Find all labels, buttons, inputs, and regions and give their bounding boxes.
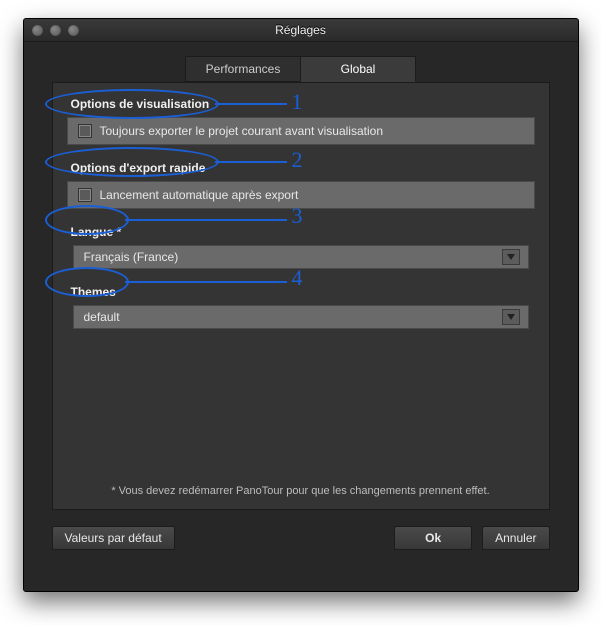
quick-export-heading: Options d'export rapide	[67, 161, 206, 175]
themes-selected: default	[84, 310, 120, 324]
annotation-number-2: 2	[292, 147, 303, 173]
restart-note: * Vous devez redémarrer PanoTour pour qu…	[53, 485, 549, 497]
titlebar: Réglages	[24, 19, 578, 42]
button-row: Valeurs par défaut Ok Annuler	[52, 526, 550, 550]
defaults-button[interactable]: Valeurs par défaut	[52, 526, 175, 550]
annotation-leader-2	[215, 161, 287, 163]
annotation-leader-3	[125, 219, 287, 221]
annotation-number-1: 1	[292, 89, 303, 115]
annotation-leader-4	[125, 281, 287, 283]
language-selected: Français (France)	[84, 250, 179, 264]
ok-button[interactable]: Ok	[394, 526, 472, 550]
chevron-down-icon	[502, 309, 520, 325]
cancel-button[interactable]: Annuler	[482, 526, 549, 550]
always-export-checkbox[interactable]	[78, 124, 92, 138]
auto-launch-label: Lancement automatique après export	[100, 188, 299, 202]
zoom-icon[interactable]	[68, 25, 79, 36]
window-title: Réglages	[24, 23, 578, 37]
themes-heading: Themes	[67, 285, 116, 299]
chevron-down-icon	[502, 249, 520, 265]
always-export-row[interactable]: Toujours exporter le projet courant avan…	[67, 117, 535, 145]
language-select[interactable]: Français (France)	[73, 245, 529, 269]
tabbar: Performances Global	[24, 56, 578, 82]
close-icon[interactable]	[32, 25, 43, 36]
minimize-icon[interactable]	[50, 25, 61, 36]
auto-launch-checkbox[interactable]	[78, 188, 92, 202]
always-export-label: Toujours exporter le projet courant avan…	[100, 124, 384, 138]
annotation-leader-1	[215, 103, 287, 105]
auto-launch-row[interactable]: Lancement automatique après export	[67, 181, 535, 209]
language-heading: Langue *	[67, 225, 122, 239]
view-options-heading: Options de visualisation	[67, 97, 210, 111]
global-panel: Options de visualisation Toujours export…	[52, 82, 550, 510]
tab-performances[interactable]: Performances	[185, 56, 301, 82]
settings-window: Réglages Performances Global Options de …	[23, 18, 579, 592]
tab-global[interactable]: Global	[300, 56, 416, 82]
themes-select[interactable]: default	[73, 305, 529, 329]
